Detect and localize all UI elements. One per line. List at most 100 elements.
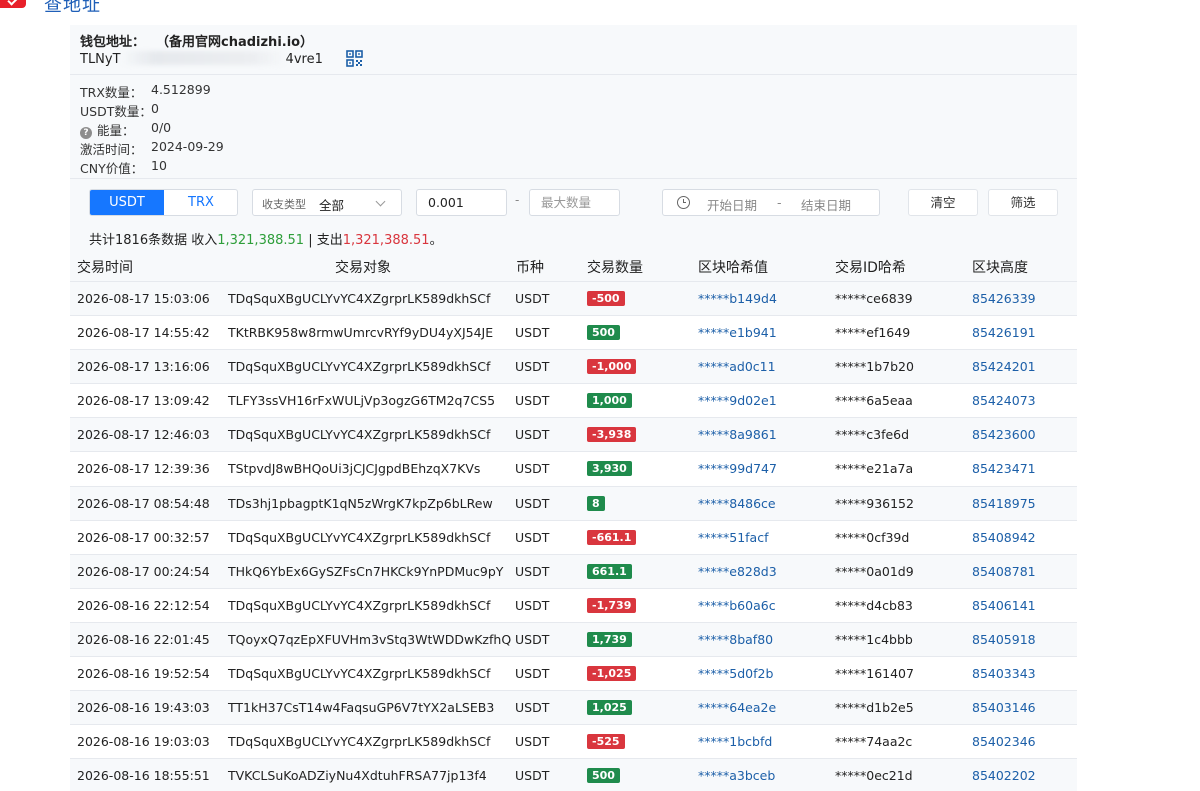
cell-tx-hash: *****d1b2e5: [835, 700, 914, 716]
header-currency: 币种: [516, 260, 544, 276]
cell-tx-hash: *****0cf39d: [835, 529, 910, 545]
cell-target[interactable]: TStpvdJ8wBHQoUi3jCJCJgpdBEhzqX7KVs: [228, 461, 480, 476]
table-row[interactable]: 2026-08-17 12:46:03 TDqSquXBgUCLYvYC4XZgr…: [70, 418, 1077, 453]
cell-block-height[interactable]: 85403343: [972, 666, 1036, 681]
cell-block-height[interactable]: 85424073: [972, 393, 1036, 408]
cell-target[interactable]: TLFY3ssVH16rFxWULjVp3ogzG6TM2q7CS5: [228, 393, 495, 408]
address-suffix: 4vre1: [285, 52, 323, 67]
cell-block-hash[interactable]: *****5d0f2b: [698, 666, 773, 681]
table-row[interactable]: 2026-08-16 22:12:54 TDqSquXBgUCLYvYC4XZgr…: [70, 588, 1077, 623]
max-amount-input[interactable]: 最大数量: [529, 189, 620, 216]
cell-block-height[interactable]: 85402346: [972, 734, 1036, 749]
cell-block-hash[interactable]: *****64ea2e: [698, 700, 776, 715]
amount-badge: 1,025: [587, 700, 632, 716]
check-logo-icon[interactable]: [0, 0, 26, 8]
cell-block-hash[interactable]: *****a3bceb: [698, 768, 775, 783]
cell-currency: USDT: [515, 461, 550, 477]
cell-block-hash[interactable]: *****e1b941: [698, 325, 777, 340]
table-row[interactable]: 2026-08-17 12:39:36 TStpvdJ8wBHQoUi3jCJCJ…: [70, 452, 1077, 487]
cell-block-height[interactable]: 85426339: [972, 291, 1036, 306]
table-row[interactable]: 2026-08-17 13:16:06 TDqSquXBgUCLYvYC4XZgr…: [70, 350, 1077, 385]
filter-button[interactable]: 筛选: [988, 189, 1058, 216]
amount-badge: 1,739: [587, 631, 632, 647]
cell-target[interactable]: TDqSquXBgUCLYvYC4XZgrprLK589dkhSCf: [228, 598, 490, 613]
cell-amount: 8: [587, 495, 605, 511]
cell-tx-hash: *****0a01d9: [835, 563, 914, 579]
cell-target[interactable]: THkQ6YbEx6GySZFsCn7HKCk9YnPDMuc9pY: [228, 564, 503, 579]
cell-currency: USDT: [515, 700, 550, 716]
table-row[interactable]: 2026-08-17 14:55:42 TKtRBK958w8rmwUmrcvRY…: [70, 316, 1077, 351]
cell-block-hash[interactable]: *****b60a6c: [698, 598, 776, 613]
type-select[interactable]: 收支类型 全部: [252, 189, 402, 216]
cell-target[interactable]: TDqSquXBgUCLYvYC4XZgrprLK589dkhSCf: [228, 359, 490, 374]
cell-block-hash[interactable]: *****e828d3: [698, 564, 777, 579]
cell-block-height[interactable]: 85408942: [972, 530, 1036, 545]
date-range-picker[interactable]: 开始日期 - 结束日期: [662, 189, 880, 216]
help-icon[interactable]: ?: [80, 127, 92, 139]
cell-block-hash[interactable]: *****b149d4: [698, 291, 777, 306]
cell-target[interactable]: TDqSquXBgUCLYvYC4XZgrprLK589dkhSCf: [228, 530, 490, 545]
amount-badge: -525: [587, 734, 625, 750]
cell-target[interactable]: TQoyxQ7qzEpXFUVHm3vStq3WtWDDwKzfhQ: [228, 632, 511, 647]
cell-block-height[interactable]: 85426191: [972, 325, 1036, 340]
amount-badge: -3,938: [587, 427, 637, 443]
cell-block-hash[interactable]: *****8486ce: [698, 496, 776, 511]
cell-time: 2026-08-17 12:39:36: [77, 461, 210, 477]
cell-tx-hash: *****74aa2c: [835, 734, 913, 750]
amount-badge: -500: [587, 291, 625, 306]
table-row[interactable]: 2026-08-17 00:32:57 TDqSquXBgUCLYvYC4XZgr…: [70, 520, 1077, 555]
end-date[interactable]: 结束日期: [801, 195, 851, 214]
cell-target[interactable]: TT1kH37CsT14w4FaqsuGP6V7tYX2aLSEB3: [228, 700, 494, 715]
cell-block-height[interactable]: 85402202: [972, 768, 1036, 783]
cell-time: 2026-08-17 12:46:03: [77, 427, 210, 443]
cell-time: 2026-08-17 00:24:54: [77, 563, 210, 579]
cell-block-hash[interactable]: *****ad0c11: [698, 359, 776, 374]
table-row[interactable]: 2026-08-17 08:54:48 TDs3hj1pbagptK1qN5zWr…: [70, 486, 1077, 521]
cell-block-hash[interactable]: *****51facf: [698, 530, 769, 545]
table-row[interactable]: 2026-08-17 15:03:06 TDqSquXBgUCLYvYC4XZgr…: [70, 282, 1077, 317]
account-info: TRX数量： 4.512899 USDT数量： 0 ? 能量： 0/0 激活时间：…: [70, 75, 1077, 179]
cell-currency: USDT: [515, 631, 550, 647]
cell-block-height[interactable]: 85423600: [972, 427, 1036, 442]
min-amount-input[interactable]: 0.001: [416, 189, 507, 216]
tab-trx[interactable]: TRX: [164, 190, 237, 215]
start-date[interactable]: 开始日期: [707, 195, 757, 214]
table-row[interactable]: 2026-08-16 18:55:51 TVKCLSuKoADZiyNu4Xdtu…: [70, 759, 1077, 791]
table-row[interactable]: 2026-08-17 13:09:42 TLFY3ssVH16rFxWULjVp3…: [70, 384, 1077, 419]
site-title[interactable]: 查地址: [44, 0, 101, 14]
amount-badge: -1,739: [587, 597, 637, 613]
qr-code-icon[interactable]: [346, 50, 363, 67]
cell-block-height[interactable]: 85418975: [972, 496, 1036, 511]
table-row[interactable]: 2026-08-16 22:01:45 TQoyxQ7qzEpXFUVHm3vSt…: [70, 622, 1077, 658]
income-total: 1,321,388.51: [217, 233, 305, 248]
table-row[interactable]: 2026-08-17 00:24:54 THkQ6YbEx6GySZFsCn7HK…: [70, 554, 1077, 589]
table-row[interactable]: 2026-08-16 19:03:03 TDqSquXBgUCLYvYC4XZgr…: [70, 725, 1077, 760]
cell-target[interactable]: TKtRBK958w8rmwUmrcvRYf9yDU4yXJ54JE: [228, 325, 493, 340]
table-header: 交易时间 交易对象 币种 交易数量 区块哈希值 交易ID哈希 区块高度: [70, 250, 1077, 282]
cell-target[interactable]: TVKCLSuKoADZiyNu4XdtuhFRSA77jp13f4: [228, 768, 487, 783]
cell-block-hash[interactable]: *****99d747: [698, 461, 777, 476]
cell-block-hash[interactable]: *****1bcbfd: [698, 734, 772, 749]
cell-block-height[interactable]: 85403146: [972, 700, 1036, 715]
top-header: 查地址: [0, 0, 1200, 14]
cell-target[interactable]: TDqSquXBgUCLYvYC4XZgrprLK589dkhSCf: [228, 734, 490, 749]
cell-block-hash[interactable]: *****9d02e1: [698, 393, 777, 408]
table-row[interactable]: 2026-08-16 19:52:54 TDqSquXBgUCLYvYC4XZgr…: [70, 657, 1077, 692]
cell-target[interactable]: TDqSquXBgUCLYvYC4XZgrprLK589dkhSCf: [228, 666, 490, 681]
cell-block-height[interactable]: 85424201: [972, 359, 1036, 374]
cell-block-hash[interactable]: *****8baf80: [698, 632, 773, 647]
cell-time: 2026-08-16 18:55:51: [77, 768, 210, 784]
cell-currency: USDT: [515, 666, 550, 682]
table-row[interactable]: 2026-08-16 19:43:03 TT1kH37CsT14w4FaqsuGP…: [70, 691, 1077, 726]
cell-block-height[interactable]: 85423471: [972, 461, 1036, 476]
cell-target[interactable]: TDqSquXBgUCLYvYC4XZgrprLK589dkhSCf: [228, 427, 490, 442]
tab-usdt[interactable]: USDT: [90, 190, 164, 215]
clear-button[interactable]: 清空: [908, 189, 978, 216]
cell-target[interactable]: TDqSquXBgUCLYvYC4XZgrprLK589dkhSCf: [228, 291, 490, 306]
cell-block-height[interactable]: 85408781: [972, 564, 1036, 579]
cell-block-height[interactable]: 85406141: [972, 598, 1036, 613]
cell-block-height[interactable]: 85405918: [972, 632, 1036, 647]
cell-target[interactable]: TDs3hj1pbagptK1qN5zWrgK7kpZp6bLRew: [228, 496, 493, 511]
cell-block-hash[interactable]: *****8a9861: [698, 427, 777, 442]
wallet-address[interactable]: TLNyT 4vre1: [80, 51, 323, 67]
